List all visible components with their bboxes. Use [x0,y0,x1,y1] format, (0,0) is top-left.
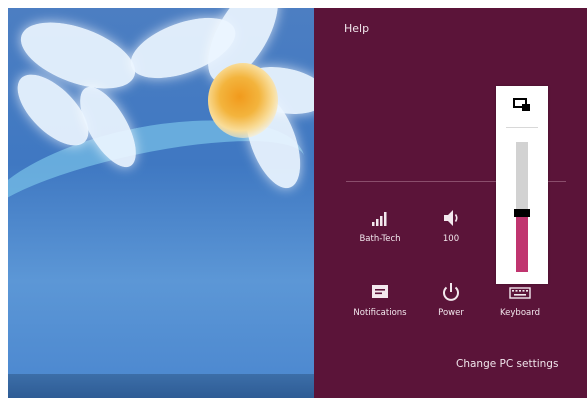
wallpaper-flower-center [208,63,278,138]
keyboard-tile[interactable]: Keyboard [480,280,560,330]
wallpaper-horizon [8,374,314,398]
screen: Help Bath-Tech 100 Notifications Power K… [0,0,587,402]
volume-slider-thumb[interactable] [514,209,530,217]
volume-label: 100 [442,234,460,244]
network-signal-icon [372,212,387,226]
volume-tile[interactable]: 100 [411,206,491,256]
notifications-label: Notifications [353,308,407,318]
volume-slider-popup [496,86,548,284]
keyboard-label: Keyboard [500,308,540,318]
popup-divider [506,127,538,128]
frame-border [0,0,587,8]
change-pc-settings-link[interactable]: Change PC settings [456,358,558,370]
network-label: Bath-Tech [359,234,401,244]
power-icon [443,283,459,301]
rotation-lock-icon[interactable] [513,98,531,112]
volume-slider-fill [516,213,528,272]
notifications-icon [372,285,388,298]
frame-border [0,398,587,402]
notifications-tile[interactable]: Notifications [340,280,420,330]
speaker-icon [444,210,458,226]
frame-border [0,0,8,402]
help-link[interactable]: Help [344,22,369,35]
volume-slider-track[interactable] [514,142,530,272]
network-tile[interactable]: Bath-Tech [340,206,420,256]
power-label: Power [438,308,464,318]
desktop-wallpaper [8,8,314,398]
power-tile[interactable]: Power [411,280,491,330]
